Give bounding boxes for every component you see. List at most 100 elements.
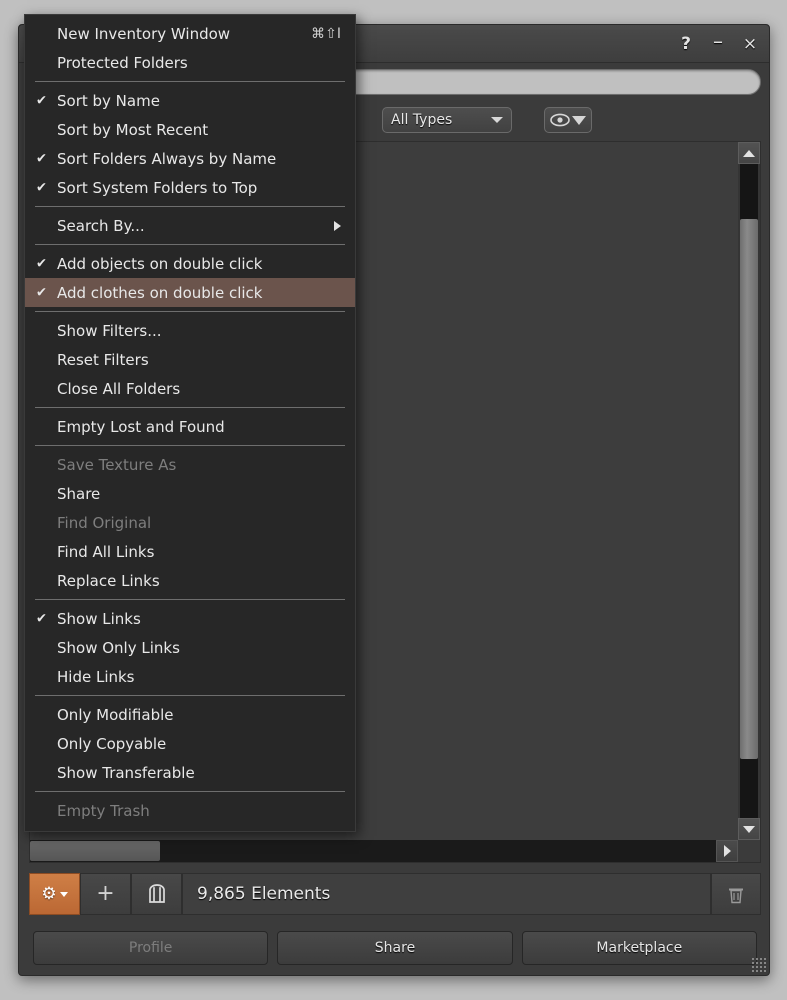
menu-item-label: Replace Links — [57, 571, 160, 590]
horizontal-scroll-thumb[interactable] — [30, 841, 160, 861]
menu-item-sort-by-most-recent[interactable]: Sort by Most Recent — [25, 115, 355, 144]
wearing-button[interactable] — [131, 873, 182, 915]
menu-item-show-filters[interactable]: Show Filters... — [25, 316, 355, 345]
menu-item-sort-by-name[interactable]: ✔ Sort by Name — [25, 86, 355, 115]
menu-item-share[interactable]: Share — [25, 479, 355, 508]
menu-item-label: Find All Links — [57, 542, 155, 561]
menu-item-find-all-links[interactable]: Find All Links — [25, 537, 355, 566]
menu-item-label: Sort by Name — [57, 91, 160, 110]
menu-item-only-modifiable[interactable]: Only Modifiable — [25, 700, 355, 729]
menu-item-label: Empty Trash — [57, 801, 150, 820]
menu-item-sort-folders-always-by-name[interactable]: ✔ Sort Folders Always by Name — [25, 144, 355, 173]
menu-item-add-clothes-on-double-click[interactable]: ✔ Add clothes on double click — [25, 278, 355, 307]
gear-menu-button[interactable]: ⚙ — [29, 873, 80, 915]
menu-item-save-texture-as: Save Texture As — [25, 450, 355, 479]
menu-item-show-only-links[interactable]: Show Only Links — [25, 633, 355, 662]
inventory-gear-menu[interactable]: New Inventory Window ⌘⇧I Protected Folders… — [24, 14, 356, 832]
vertical-scroll-thumb[interactable] — [740, 219, 758, 759]
close-icon[interactable]: × — [741, 35, 759, 53]
menu-item-label: Show Transferable — [57, 763, 195, 782]
menu-item-label: Protected Folders — [57, 53, 188, 72]
scroll-right-button[interactable] — [716, 840, 738, 862]
menu-item-label: Only Copyable — [57, 734, 167, 753]
type-filter-label: All Types — [391, 112, 453, 128]
menu-item-shortcut: ⌘⇧I — [311, 25, 341, 42]
menu-item-label: Close All Folders — [57, 379, 181, 398]
menu-item-label: Add objects on double click — [57, 254, 263, 273]
menu-separator — [35, 206, 345, 207]
menu-item-empty-trash: Empty Trash — [25, 796, 355, 825]
check-icon: ✔ — [36, 285, 47, 300]
menu-item-empty-lost-and-found[interactable]: Empty Lost and Found — [25, 412, 355, 441]
gear-icon: ⚙ — [41, 883, 57, 904]
help-icon[interactable]: ? — [677, 35, 695, 53]
menu-item-show-transferable[interactable]: Show Transferable — [25, 758, 355, 787]
menu-item-protected-folders[interactable]: Protected Folders — [25, 48, 355, 77]
vertical-scroll-track[interactable] — [740, 164, 758, 818]
check-icon: ✔ — [36, 93, 47, 108]
type-filter-combo[interactable]: All Types — [382, 107, 512, 133]
menu-item-label: Show Filters... — [57, 321, 162, 340]
action-button-row: Profile Share Marketplace — [33, 931, 757, 965]
triangle-up-icon — [743, 149, 755, 157]
menu-item-label: Sort System Folders to Top — [57, 178, 258, 197]
marketplace-button[interactable]: Marketplace — [521, 931, 757, 965]
screen: ? – × All Types ⚙ + 9,865 Elements Profi… — [0, 0, 787, 1000]
menu-item-only-copyable[interactable]: Only Copyable — [25, 729, 355, 758]
menu-separator — [35, 244, 345, 245]
triangle-right-icon — [723, 845, 731, 857]
menu-separator — [35, 311, 345, 312]
menu-item-label: New Inventory Window — [57, 24, 231, 43]
menu-item-search-by[interactable]: Search By... — [25, 211, 355, 240]
scroll-down-button[interactable] — [738, 818, 760, 840]
menu-item-sort-system-folders-to-top[interactable]: ✔ Sort System Folders to Top — [25, 173, 355, 202]
menu-item-close-all-folders[interactable]: Close All Folders — [25, 374, 355, 403]
plus-icon: + — [96, 881, 115, 906]
menu-item-label: Reset Filters — [57, 350, 149, 369]
trash-button[interactable] — [711, 873, 761, 915]
window-controls: ? – × — [677, 25, 759, 63]
check-icon: ✔ — [36, 180, 47, 195]
menu-item-label: Sort by Most Recent — [57, 120, 209, 139]
menu-item-new-inventory-window[interactable]: New Inventory Window ⌘⇧I — [25, 19, 355, 48]
minimize-icon[interactable]: – — [709, 31, 727, 51]
menu-item-label: Share — [57, 484, 101, 503]
menu-item-label: Add clothes on double click — [57, 283, 263, 302]
scrollbar-corner — [738, 840, 760, 862]
menu-item-hide-links[interactable]: Hide Links — [25, 662, 355, 691]
menu-separator — [35, 445, 345, 446]
check-icon: ✔ — [36, 151, 47, 166]
menu-separator — [35, 695, 345, 696]
add-item-button[interactable]: + — [80, 873, 131, 915]
menu-separator — [35, 407, 345, 408]
menu-separator — [35, 599, 345, 600]
chevron-down-icon — [491, 117, 503, 123]
menu-item-reset-filters[interactable]: Reset Filters — [25, 345, 355, 374]
horizontal-scrollbar[interactable] — [30, 840, 738, 862]
element-count-field: 9,865 Elements — [182, 873, 711, 915]
menu-item-add-objects-on-double-click[interactable]: ✔ Add objects on double click — [25, 249, 355, 278]
resize-grip[interactable] — [751, 957, 767, 973]
visibility-filter-button[interactable] — [544, 107, 592, 133]
menu-separator — [35, 791, 345, 792]
inventory-toolbar: ⚙ + 9,865 Elements — [29, 873, 761, 915]
profile-button[interactable]: Profile — [33, 931, 269, 965]
menu-item-label: Empty Lost and Found — [57, 417, 225, 436]
menu-item-replace-links[interactable]: Replace Links — [25, 566, 355, 595]
menu-item-label: Show Only Links — [57, 638, 180, 657]
menu-item-label: Find Original — [57, 513, 152, 532]
menu-item-label: Hide Links — [57, 667, 135, 686]
chevron-down-icon — [59, 891, 68, 897]
wardrobe-icon — [148, 884, 165, 903]
menu-item-label: Show Links — [57, 609, 141, 628]
submenu-arrow-icon — [334, 220, 341, 231]
menu-item-label: Only Modifiable — [57, 705, 174, 724]
menu-item-find-original: Find Original — [25, 508, 355, 537]
menu-item-show-links[interactable]: ✔ Show Links — [25, 604, 355, 633]
scroll-up-button[interactable] — [738, 142, 760, 164]
trash-icon — [729, 888, 743, 904]
element-count-text: 9,865 Elements — [197, 884, 331, 904]
menu-item-label: Save Texture As — [57, 455, 177, 474]
share-button[interactable]: Share — [277, 931, 513, 965]
vertical-scrollbar[interactable] — [738, 142, 760, 840]
